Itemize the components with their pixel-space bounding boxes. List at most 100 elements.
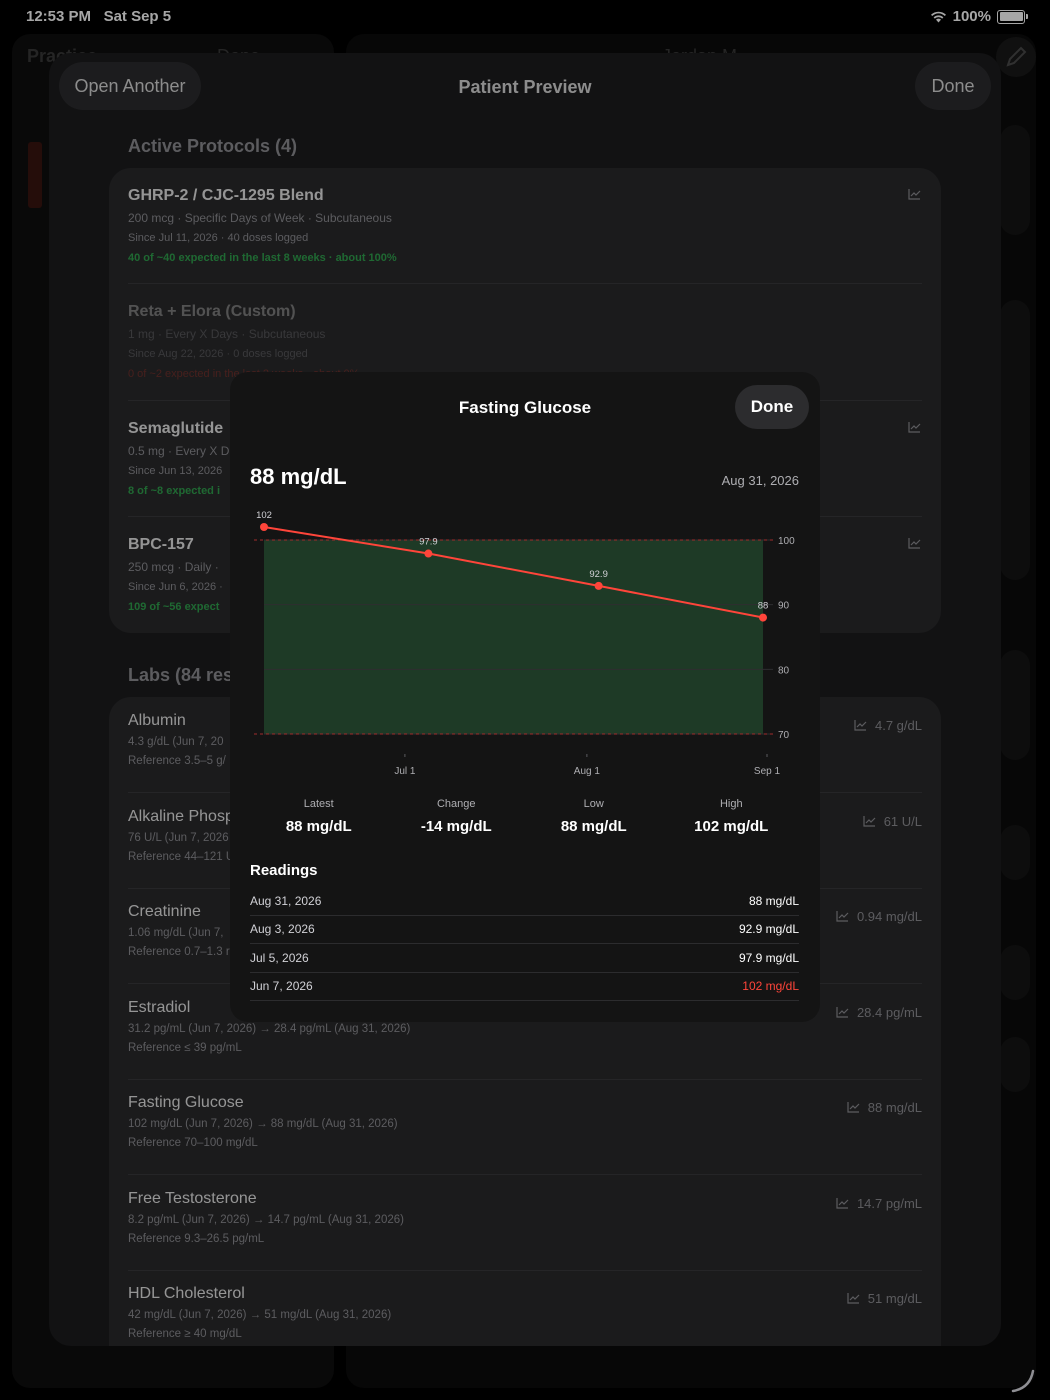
lab-values: 42 mg/dL (Jun 7, 2026) → 51 mg/dL (Aug 3… (128, 1309, 392, 1321)
x-tick-label: Jul 1 (394, 766, 416, 777)
lab-reference: Reference ≥ 40 mg/dL (128, 1328, 242, 1340)
y-tick-label: 70 (778, 730, 790, 741)
readings-title: Readings (250, 862, 318, 879)
lab-name: Free Testosterone (128, 1189, 257, 1207)
chart-icon (854, 720, 867, 731)
reading-row: Jul 5, 2026 97.9 mg/dL (250, 944, 799, 973)
status-right: 100% (930, 8, 1028, 25)
background-card (1000, 1037, 1030, 1092)
protocol-adherence: 40 of ~40 expected in the last 8 weeks ·… (128, 252, 397, 264)
stat-value: 102 mg/dL (694, 818, 769, 835)
data-label: 92.9 (589, 569, 608, 580)
wifi-icon (930, 11, 946, 22)
battery-icon (997, 9, 1025, 24)
background-card (1000, 300, 1030, 580)
reading-date: Aug 31, 2026 (250, 894, 322, 908)
lab-latest-value: 61 U/L (883, 813, 922, 829)
lab-latest: 4.7 g/dL (854, 718, 922, 733)
protocol-row[interactable]: GHRP-2 / CJC-1295 Blend 200 mcg · Specif… (128, 187, 928, 264)
lab-latest-value: 28.4 pg/mL (856, 1004, 922, 1020)
pencil-icon (1006, 46, 1027, 67)
lab-latest-value: 51 mg/dL (867, 1291, 922, 1306)
data-point (759, 613, 767, 622)
stat-change: Change -14 mg/dL (388, 798, 526, 835)
background-card (1000, 825, 1030, 880)
divider (128, 1078, 922, 1080)
y-tick-label: 80 (778, 665, 790, 676)
y-tick-label: 100 (778, 536, 795, 547)
stat-high: High 102 mg/dL (663, 798, 801, 835)
divider (128, 283, 922, 284)
protocol-name: GHRP-2 / CJC-1295 Blend (128, 187, 324, 204)
lab-latest-value: 4.7 g/dL (875, 718, 922, 733)
sheet-title: Patient Preview (458, 77, 592, 97)
lab-latest: 51 mg/dL (847, 1291, 922, 1306)
lab-row[interactable]: Fasting Glucose 102 mg/dL (Jun 7, 2026) →… (128, 1094, 922, 1174)
background-card (1000, 125, 1030, 235)
chart-icon (836, 1006, 849, 1018)
reading-value: 88 mg/dL (748, 894, 799, 908)
lab-row[interactable]: HDL Cholesterol 42 mg/dL (Jun 7, 2026) → … (128, 1285, 922, 1346)
reading-value: 97.9 mg/dL (738, 951, 799, 965)
stat-value: 88 mg/dL (285, 818, 352, 835)
background-accent (28, 142, 42, 208)
modal-title: Fasting Glucose (458, 398, 592, 417)
lab-reference: Reference 70–100 mg/dL (128, 1137, 258, 1149)
lab-values: 31.2 pg/mL (Jun 7, 2026) → 28.4 pg/mL (A… (128, 1022, 411, 1035)
chart-icon (847, 1102, 860, 1113)
reading-row: Aug 31, 2026 88 mg/dL (250, 887, 799, 916)
chart-icon (836, 1197, 849, 1209)
stat-low: Low 88 mg/dL (525, 798, 663, 835)
battery-percent: 100% (952, 8, 991, 25)
data-point (260, 523, 268, 531)
lab-reference: Reference ≤ 39 pg/mL (128, 1041, 242, 1054)
x-tick-label: Sep 1 (754, 766, 781, 777)
modal-done-button[interactable]: Done (735, 385, 809, 429)
protocol-row[interactable]: Reta + Elora (Custom) 1 mg · Every X Day… (128, 303, 928, 380)
compose-button[interactable] (996, 37, 1036, 77)
latest-date: Aug 31, 2026 (721, 473, 799, 488)
labs-title: Labs (84 res (128, 665, 234, 685)
lab-latest: 0.94 mg/dL (836, 909, 922, 924)
chart-icon (836, 911, 849, 922)
chart-icon (908, 538, 921, 549)
chart-icon (847, 1293, 860, 1304)
chart-icon (863, 815, 876, 827)
stat-label: Latest (303, 798, 334, 810)
stat-label: Low (583, 798, 604, 810)
chart-icon (908, 422, 921, 433)
lab-latest: 14.7 pg/mL (836, 1196, 922, 1211)
sheet-done-button[interactable]: Done (915, 62, 991, 110)
protocol-dose: 200 mcg · Specific Days of Week · Subcut… (128, 211, 392, 225)
chart-icon (908, 189, 921, 200)
protocol-name: Reta + Elora (Custom) (128, 303, 296, 320)
glucose-line-chart: 70 80 90 100 Jul 1 Aug 1 Sep 1 102 97.9 92.9 88 (254, 510, 795, 777)
reading-date: Aug 3, 2026 (250, 922, 315, 936)
lab-reference: Reference 9.3–26.5 pg/mL (128, 1232, 265, 1245)
x-tick-label: Aug 1 (574, 766, 601, 777)
stat-label: High (719, 798, 743, 810)
reading-date: Jun 7, 2026 (250, 979, 313, 993)
lab-latest-value: 14.7 pg/mL (856, 1195, 922, 1211)
data-label: 97.9 (419, 537, 438, 548)
lab-name: Fasting Glucose (128, 1094, 244, 1111)
stat-value: -14 mg/dL (420, 818, 492, 835)
data-point (424, 549, 433, 558)
stats-row: Latest 88 mg/dL Change -14 mg/dL Low 88 … (250, 798, 800, 835)
reading-date: Jul 5, 2026 (250, 951, 309, 965)
latest-value: 88 mg/dL (250, 464, 347, 489)
lab-latest: 28.4 pg/mL (836, 1005, 922, 1020)
resize-handle-icon[interactable] (1010, 1368, 1036, 1394)
divider (128, 1174, 922, 1175)
stat-latest: Latest 88 mg/dL (250, 798, 388, 835)
background-card (1000, 945, 1030, 1000)
y-tick-label: 90 (778, 601, 790, 612)
background-card (1000, 650, 1030, 760)
stat-value: 88 mg/dL (560, 818, 627, 835)
reading-row: Aug 3, 2026 92.9 mg/dL (250, 915, 799, 944)
lab-name: HDL Cholesterol (128, 1285, 245, 1302)
lab-latest: 61 U/L (863, 814, 922, 829)
lab-latest-value: 0.94 mg/dL (856, 909, 922, 924)
stat-label: Change (436, 798, 476, 810)
lab-row[interactable]: Free Testosterone 8.2 pg/mL (Jun 7, 2026)… (128, 1190, 922, 1270)
